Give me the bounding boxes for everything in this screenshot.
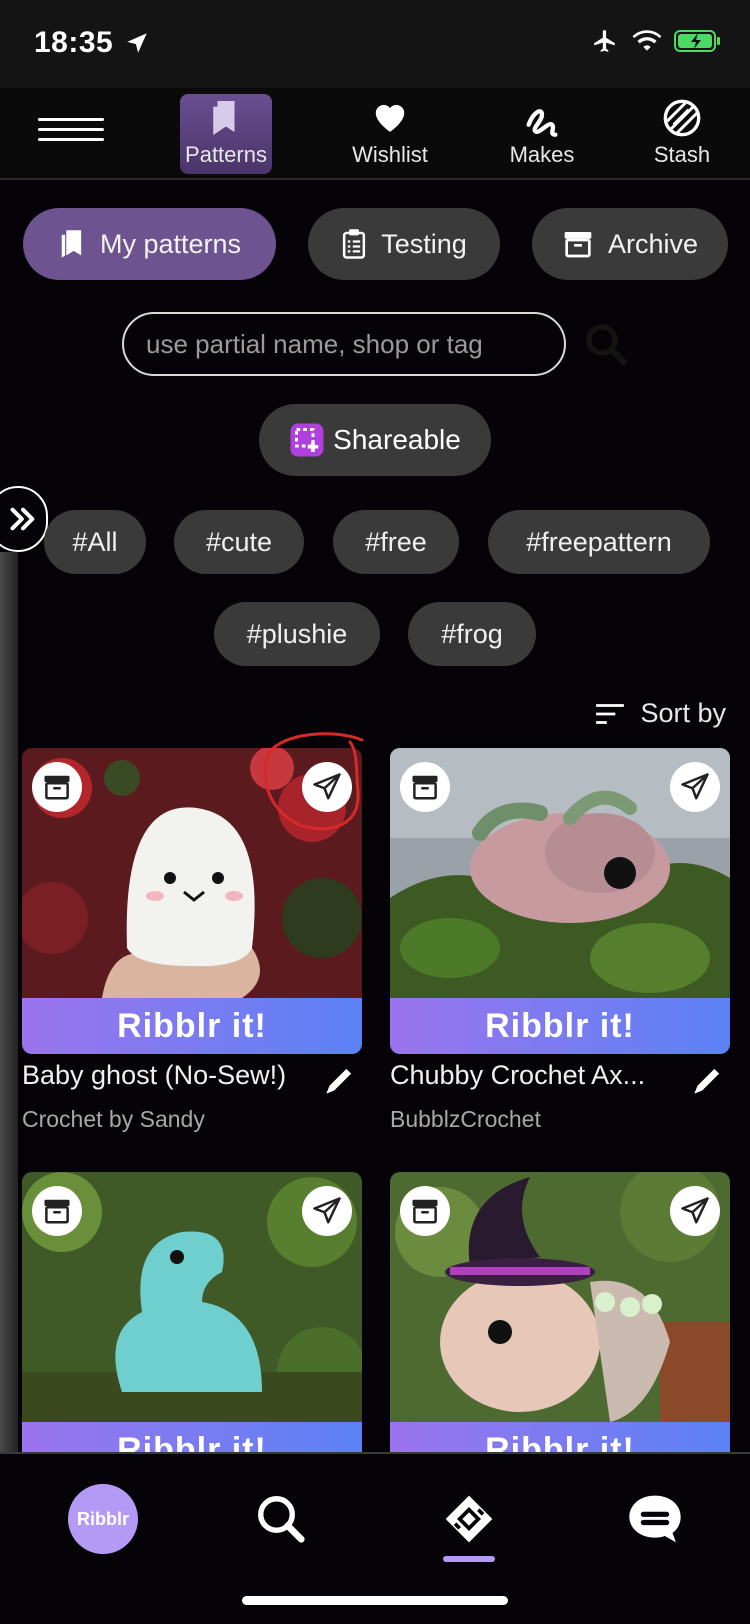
- heart-icon: [340, 98, 440, 140]
- pattern-shop[interactable]: Crochet by Sandy: [22, 1106, 205, 1133]
- tab-label: Patterns: [185, 142, 267, 167]
- tag-chip[interactable]: #All: [44, 510, 146, 574]
- profile-avatar[interactable]: Ribblr: [68, 1484, 138, 1554]
- library-tab[interactable]: [434, 1484, 504, 1554]
- tab-label: Makes: [509, 142, 575, 167]
- annotation-circle: [263, 732, 364, 831]
- share-send-button[interactable]: [670, 762, 720, 812]
- pattern-title[interactable]: Baby ghost (No-Sew!): [22, 1060, 312, 1091]
- archive-icon: [44, 1199, 70, 1224]
- search-tab[interactable]: [246, 1484, 316, 1554]
- tab-stash[interactable]: Stash: [632, 94, 732, 174]
- double-chevron-right-icon: [10, 507, 35, 531]
- archive-button[interactable]: [400, 762, 450, 812]
- archive-button[interactable]: [32, 762, 82, 812]
- bookmark-icon: [61, 230, 82, 258]
- segment-label: My patterns: [99, 228, 242, 259]
- active-tab-indicator: [443, 1556, 495, 1562]
- archive-icon: [412, 1199, 438, 1224]
- tag-chip[interactable]: #freepattern: [488, 510, 710, 574]
- paper-plane-icon: [313, 1197, 341, 1224]
- tag-chip[interactable]: #cute: [174, 510, 304, 574]
- side-drawer-edge: [0, 552, 18, 1452]
- ribblr-it-button[interactable]: Ribblr it!: [390, 998, 730, 1054]
- sort-label: Sort by: [640, 698, 726, 728]
- expand-sidebar-button[interactable]: [0, 486, 48, 552]
- share-send-button[interactable]: [302, 1186, 352, 1236]
- tab-patterns[interactable]: Patterns: [180, 94, 272, 174]
- search-icon[interactable]: [582, 320, 630, 368]
- tag-chip[interactable]: #frog: [408, 602, 536, 666]
- status-bar: 18:35: [0, 0, 750, 88]
- battery-charging-icon: [674, 30, 720, 52]
- pattern-shop[interactable]: BubblzCrochet: [390, 1106, 541, 1133]
- pencil-icon[interactable]: [688, 1062, 726, 1100]
- yarn-squiggle-icon: [492, 98, 592, 140]
- segment-archive[interactable]: Archive: [532, 208, 728, 280]
- sort-lines-icon: [596, 703, 625, 724]
- pattern-library-icon: [445, 1495, 493, 1543]
- archive-icon: [412, 775, 438, 800]
- home-indicator: [242, 1596, 508, 1605]
- top-nav: Patterns Wishlist Makes Stash: [0, 88, 750, 180]
- shareable-select-icon: [290, 423, 324, 457]
- segment-testing[interactable]: Testing: [308, 208, 500, 280]
- archive-icon: [564, 232, 592, 258]
- share-send-button[interactable]: [670, 1186, 720, 1236]
- clipboard-icon: [343, 229, 366, 259]
- wifi-icon: [632, 30, 662, 51]
- pencil-icon[interactable]: [320, 1062, 358, 1100]
- shareable-label: Shareable: [333, 424, 461, 455]
- tag-chip[interactable]: #free: [333, 510, 459, 574]
- location-arrow-icon: [127, 33, 147, 53]
- tab-label: Stash: [653, 142, 711, 167]
- bookmark-icon: [180, 98, 272, 140]
- pattern-card[interactable]: Ribblr it! Chubby Crochet Ax... BubblzCr…: [390, 748, 730, 1158]
- tab-makes[interactable]: Makes: [492, 94, 592, 174]
- messages-tab[interactable]: [620, 1484, 690, 1554]
- pattern-title[interactable]: Chubby Crochet Ax...: [390, 1060, 680, 1091]
- pattern-card[interactable]: Ribblr it!: [22, 1172, 362, 1478]
- search-icon: [258, 1496, 305, 1543]
- segment-my-patterns[interactable]: My patterns: [23, 208, 276, 280]
- yarn-ball-icon: [632, 98, 732, 140]
- shareable-toggle[interactable]: Shareable: [259, 404, 491, 476]
- archive-button[interactable]: [32, 1186, 82, 1236]
- paper-plane-icon: [681, 1197, 709, 1224]
- chat-bubble-icon: [629, 1495, 681, 1543]
- status-time: 18:35: [34, 26, 114, 59]
- airplane-icon: [594, 30, 615, 52]
- menu-icon[interactable]: [38, 118, 104, 150]
- ribblr-it-button[interactable]: Ribblr it!: [22, 998, 362, 1054]
- archive-icon: [44, 775, 70, 800]
- sort-by-button[interactable]: Sort by: [594, 698, 726, 729]
- tag-chip[interactable]: #plushie: [214, 602, 380, 666]
- tab-label: Wishlist: [352, 142, 428, 167]
- tab-wishlist[interactable]: Wishlist: [340, 94, 440, 174]
- search-input[interactable]: use partial name, shop or tag: [122, 312, 566, 376]
- bottom-tab-bar: Ribblr: [0, 1452, 750, 1624]
- pattern-card[interactable]: Ribblr it!: [390, 1172, 730, 1478]
- archive-button[interactable]: [400, 1186, 450, 1236]
- segment-label: Testing: [381, 228, 467, 259]
- segment-label: Archive: [607, 228, 699, 259]
- paper-plane-icon: [681, 773, 709, 800]
